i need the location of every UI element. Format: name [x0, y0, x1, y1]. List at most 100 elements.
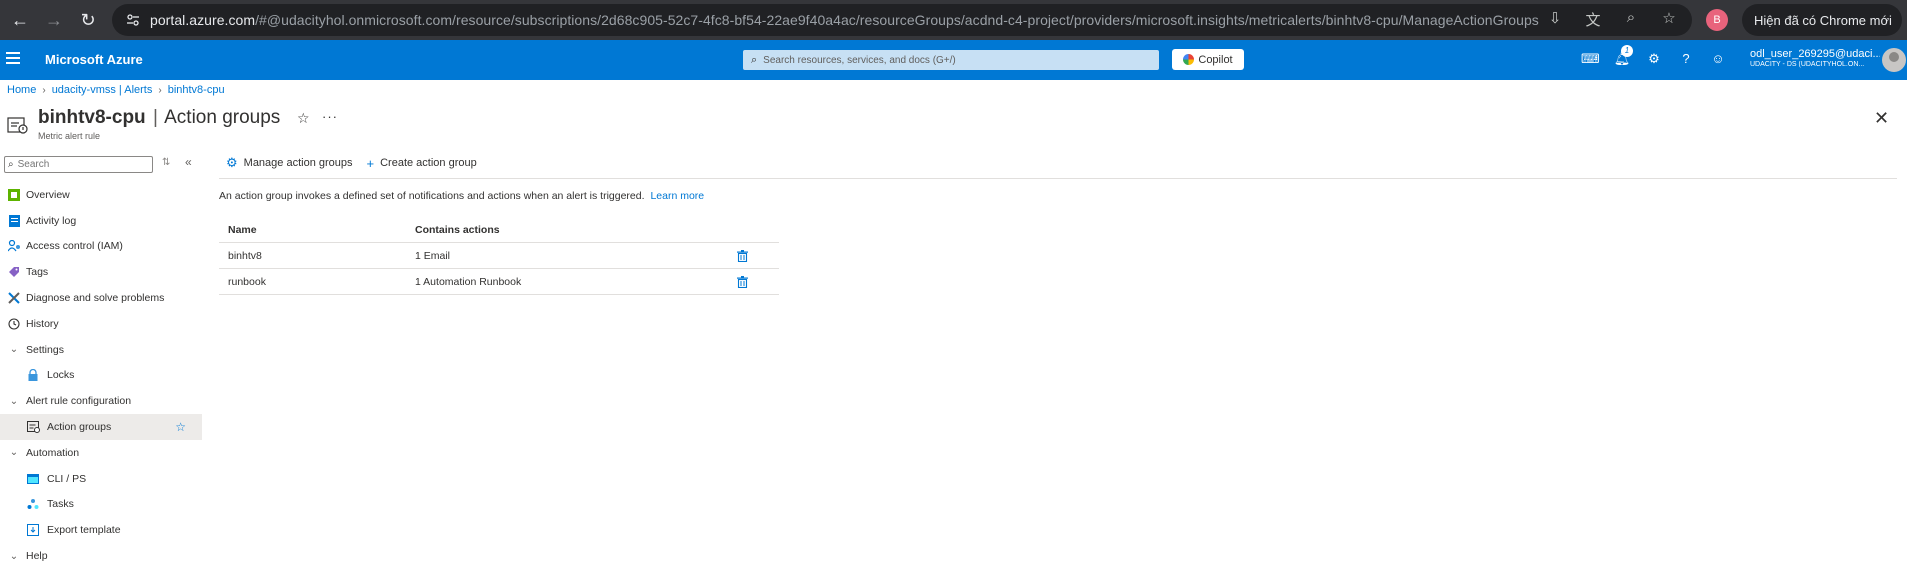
favorite-star-icon[interactable]: ☆ — [297, 110, 310, 127]
nav-item-label: Export template — [47, 524, 121, 537]
feedback-icon[interactable]: ☺ — [1709, 51, 1727, 67]
nav-item-tags[interactable]: Tags — [0, 259, 202, 285]
nav-item-label: Overview — [26, 188, 70, 201]
zoom-icon[interactable]: ⌕ — [1620, 9, 1642, 30]
nav-search-field[interactable] — [17, 159, 138, 170]
forward-icon[interactable]: → — [40, 6, 68, 34]
nav-item-label: Tasks — [47, 498, 74, 511]
column-header-actions[interactable]: Contains actions — [415, 224, 735, 236]
nav-group-label: Alert rule configuration — [26, 395, 132, 408]
nav-group-label: Settings — [26, 343, 64, 356]
resource-menu: Overview Activity log Access control (IA… — [0, 182, 202, 569]
cloud-shell-icon[interactable]: ⌨ — [1581, 51, 1600, 67]
resource-name: binhtv8-cpu — [38, 107, 146, 128]
back-icon[interactable]: ← — [6, 6, 34, 34]
breadcrumb-alerts[interactable]: udacity-vmss | Alerts — [52, 84, 153, 96]
global-search-input[interactable]: ⌕ Search resources, services, and docs (… — [743, 50, 1159, 70]
history-clock-icon — [7, 317, 21, 331]
url-path: /#@udacityhol.onmicrosoft.com/resource/s… — [255, 12, 1539, 28]
nav-item-label: History — [26, 317, 59, 330]
help-icon[interactable]: ? — [1677, 51, 1695, 67]
bookmark-star-icon[interactable]: ☆ — [1658, 9, 1680, 30]
table-row: binhtv8 1 Email — [219, 243, 779, 269]
table-row: runbook 1 Automation Runbook — [219, 269, 779, 295]
info-description: An action group invokes a defined set of… — [219, 190, 645, 202]
address-bar[interactable]: portal.azure.com/#@udacityhol.onmicrosof… — [112, 4, 1692, 36]
create-action-group-button[interactable]: + Create action group — [367, 156, 477, 171]
column-header-name[interactable]: Name — [219, 224, 415, 236]
nav-item-label: Action groups — [47, 421, 112, 434]
action-group-name: binhtv8 — [228, 249, 262, 262]
nav-item-iam[interactable]: Access control (IAM) — [0, 234, 202, 260]
nav-item-locks[interactable]: Locks — [0, 363, 202, 389]
nav-group-alert-rule-config[interactable]: ⌄ Alert rule configuration — [0, 388, 202, 414]
delete-trash-icon[interactable] — [735, 275, 749, 289]
tag-icon — [7, 265, 21, 279]
url-text[interactable]: portal.azure.com/#@udacityhol.onmicrosof… — [150, 12, 1550, 28]
action-group-actions: 1 Email — [415, 249, 451, 262]
nav-item-activity-log[interactable]: Activity log — [0, 208, 202, 234]
nav-item-label: Access control (IAM) — [26, 240, 123, 253]
breadcrumb-home[interactable]: Home — [7, 84, 36, 96]
search-placeholder: Search resources, services, and docs (G+… — [763, 54, 956, 66]
nav-group-settings[interactable]: ⌄ Settings — [0, 337, 202, 363]
nav-item-overview[interactable]: Overview — [0, 182, 202, 208]
favorite-star-icon[interactable]: ☆ — [175, 420, 186, 434]
copilot-label: Copilot — [1198, 53, 1233, 66]
action-group-name: runbook — [228, 275, 266, 288]
title-separator: | — [152, 107, 158, 128]
breadcrumb: Home › udacity-vmss | Alerts › binhtv8-c… — [7, 84, 225, 96]
chevron-down-icon: ⌄ — [9, 395, 19, 407]
nav-group-automation[interactable]: ⌄ Automation — [0, 440, 202, 466]
nav-item-export-template[interactable]: Export template — [0, 517, 202, 543]
manage-label: Manage action groups — [243, 157, 353, 169]
nav-item-tasks[interactable]: Tasks — [0, 492, 202, 518]
action-groups-table: Name Contains actions binhtv8 1 Email ru… — [219, 219, 779, 295]
create-label: Create action group — [380, 157, 477, 169]
url-host: portal.azure.com — [150, 12, 256, 28]
chevron-down-icon: ⌄ — [9, 344, 19, 356]
nav-item-label: Tags — [26, 266, 49, 279]
user-tenant: UDACITY - DS (UDACITYHOL.ON... — [1750, 61, 1865, 68]
notifications-icon[interactable]: 🔔︎ 1 — [1613, 45, 1633, 67]
expand-all-icon[interactable]: ⇅ — [162, 157, 170, 168]
activity-log-icon — [7, 214, 21, 228]
plus-icon: + — [366, 155, 375, 171]
gear-icon: ⚙ — [226, 155, 238, 170]
portal-menu-icon[interactable] — [6, 52, 20, 68]
nav-item-cli-ps[interactable]: CLI / PS — [0, 466, 202, 492]
breadcrumb-alert-rule[interactable]: binhtv8-cpu — [168, 84, 225, 96]
nav-group-help[interactable]: ⌄ Help — [0, 543, 202, 569]
learn-more-link[interactable]: Learn more — [650, 190, 704, 202]
nav-item-action-groups[interactable]: Action groups ☆ — [0, 414, 202, 440]
lock-icon — [26, 368, 40, 382]
more-options-icon[interactable]: ··· — [322, 109, 338, 124]
action-group-actions: 1 Automation Runbook — [415, 275, 522, 288]
user-avatar[interactable] — [1882, 48, 1906, 72]
nav-item-label: Activity log — [26, 214, 77, 227]
nav-search-input[interactable]: ⌕ — [4, 156, 153, 173]
profile-avatar[interactable]: B — [1706, 9, 1728, 31]
brand-title[interactable]: Microsoft Azure — [45, 52, 143, 67]
cli-icon — [26, 472, 40, 486]
table-header: Name Contains actions — [219, 219, 779, 243]
chrome-update-button[interactable]: Hiện đã có Chrome mới — [1742, 4, 1902, 36]
nav-item-history[interactable]: History — [0, 311, 202, 337]
manage-action-groups-button[interactable]: ⚙ Manage action groups — [226, 155, 353, 171]
account-info[interactable]: odl_user_269295@udaci... UDACITY - DS (U… — [1750, 48, 1880, 68]
delete-trash-icon[interactable] — [735, 249, 749, 263]
close-icon[interactable]: ✕ — [1874, 108, 1889, 129]
install-app-icon[interactable]: ⇩ — [1544, 9, 1566, 30]
reload-icon[interactable]: ↻ — [74, 6, 102, 34]
copilot-icon — [1183, 54, 1195, 65]
tasks-icon — [26, 497, 40, 511]
settings-gear-icon[interactable]: ⚙ — [1645, 51, 1663, 67]
metric-alert-rule-icon — [7, 115, 29, 135]
copilot-button[interactable]: Copilot — [1172, 49, 1244, 70]
site-info-icon[interactable] — [122, 9, 144, 31]
translate-icon[interactable]: 文 — [1582, 9, 1604, 30]
nav-item-diagnose[interactable]: Diagnose and solve problems — [0, 285, 202, 311]
nav-item-label: Diagnose and solve problems — [26, 292, 165, 305]
collapse-nav-icon[interactable]: « — [185, 155, 192, 169]
nav-item-label: Locks — [47, 369, 75, 382]
